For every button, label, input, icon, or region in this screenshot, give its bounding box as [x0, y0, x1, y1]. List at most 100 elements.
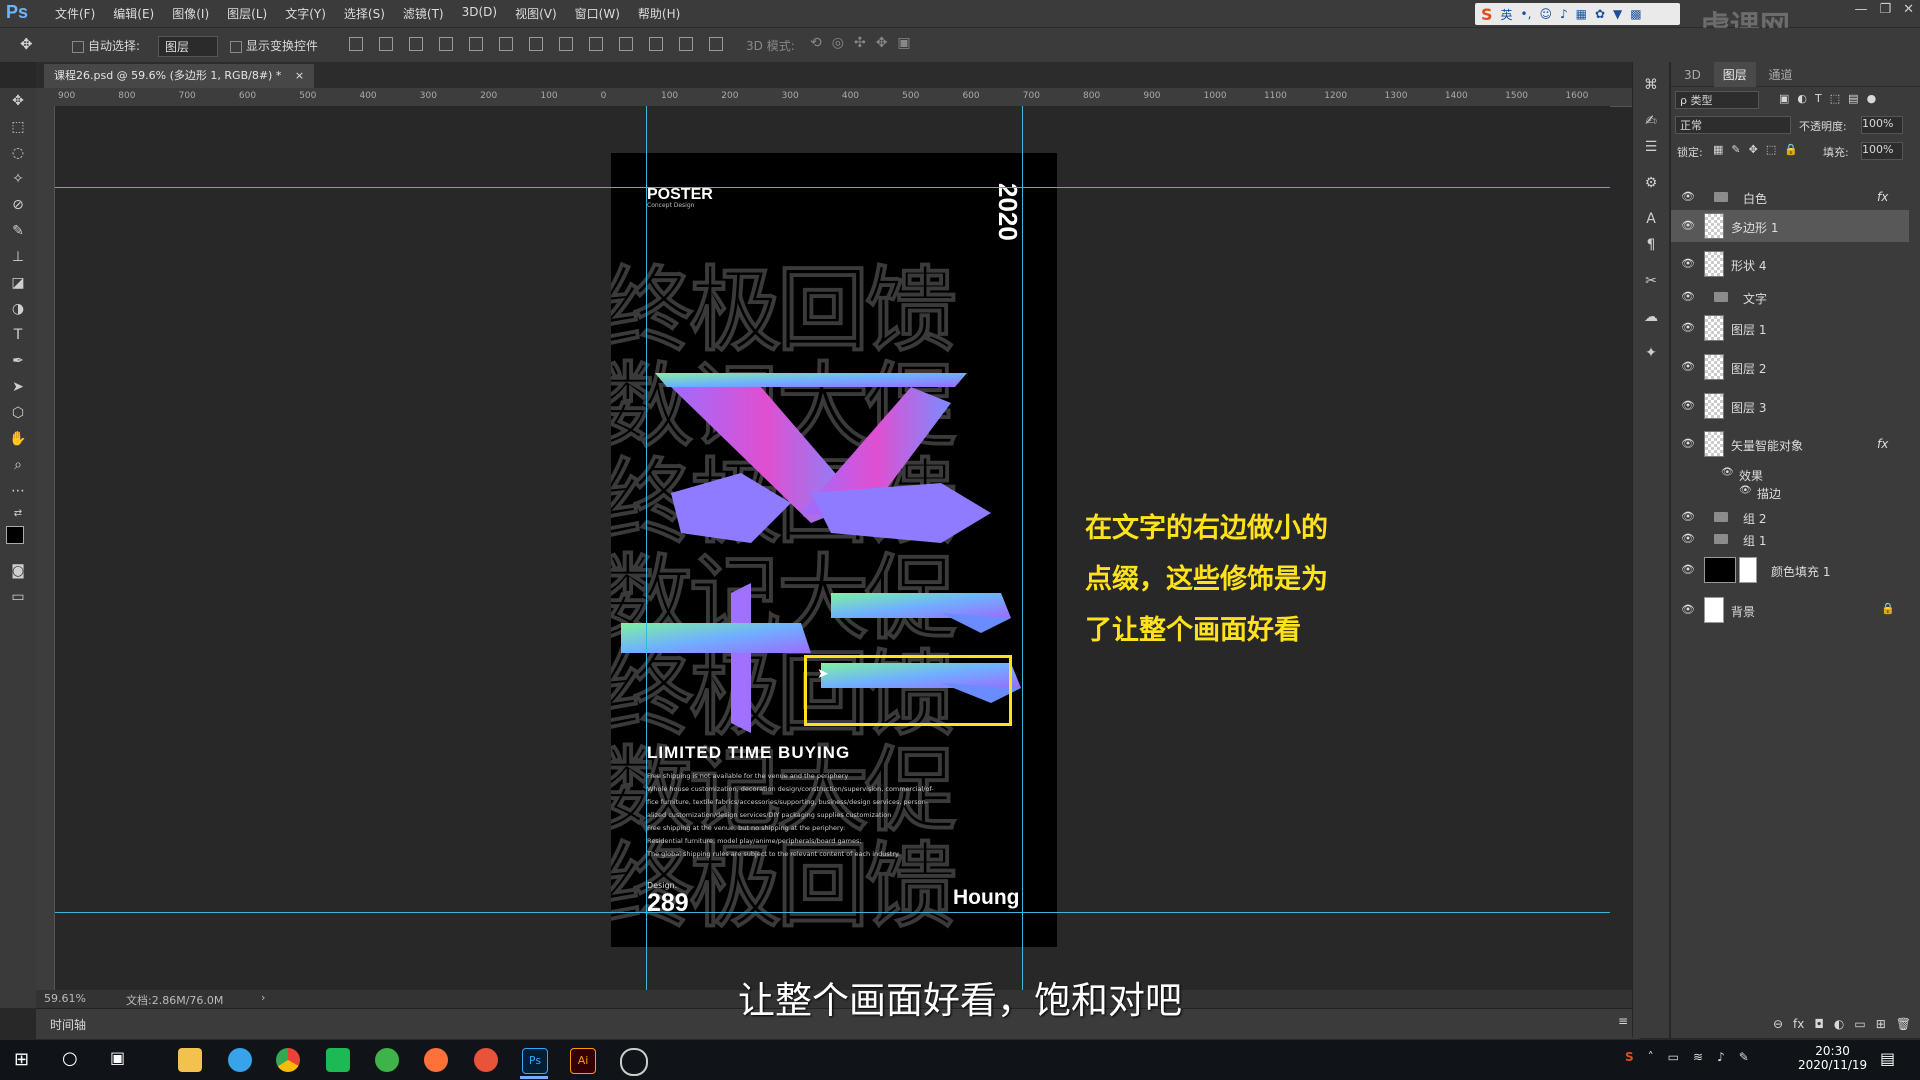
shape-tool-icon[interactable]: ⬡: [0, 400, 36, 426]
poster-artboard[interactable]: 终极回馈数记大促终极回馈数记大促终极回馈数记大促终极回馈 POSTER Conc…: [611, 153, 1057, 947]
character-icon[interactable]: A: [1633, 206, 1669, 232]
libraries-icon[interactable]: ☁: [1633, 304, 1669, 330]
search-icon[interactable]: ○: [62, 1048, 78, 1069]
new-adjustment-icon[interactable]: ◐: [1834, 1017, 1844, 1031]
show-transform-checkbox[interactable]: 显示变换控件: [230, 37, 318, 54]
menu-window[interactable]: 窗口(W): [566, 5, 629, 22]
filter-pixel-icon[interactable]: ▣: [1779, 92, 1789, 105]
brush-settings-icon[interactable]: ✍: [1633, 108, 1669, 134]
fill-input[interactable]: 100%: [1861, 142, 1903, 160]
layer-row[interactable]: 👁 颜色填充 1: [1671, 554, 1909, 586]
visibility-eye-icon[interactable]: 👁: [1681, 190, 1695, 203]
visibility-eye-icon[interactable]: 👁: [1721, 467, 1734, 478]
filter-toggle-icon[interactable]: ●: [1867, 92, 1877, 105]
layer-row[interactable]: 👁 背景 🔒: [1671, 594, 1909, 626]
add-style-icon[interactable]: fx: [1793, 1017, 1804, 1031]
visibility-eye-icon[interactable]: 👁: [1681, 360, 1695, 373]
ime-toolbar[interactable]: S 英 •, ☺ ♪ ▦ ✿ ▼ ▩: [1475, 3, 1680, 25]
filter-shape-icon[interactable]: ⬚: [1830, 92, 1840, 105]
restore-button[interactable]: ❐: [1879, 2, 1891, 17]
layer-row[interactable]: 👁 组 1: [1671, 528, 1909, 550]
visibility-eye-icon[interactable]: 👁: [1681, 219, 1695, 232]
add-mask-icon[interactable]: ◘: [1814, 1017, 1824, 1031]
visibility-eye-icon[interactable]: 👁: [1681, 563, 1695, 576]
align-left-icon[interactable]: [439, 37, 453, 51]
auto-select-dropdown[interactable]: 图层: [158, 36, 218, 57]
close-tab-icon[interactable]: ×: [295, 69, 304, 82]
effects-row[interactable]: 👁 效果: [1671, 466, 1909, 484]
lock-artboard-icon[interactable]: ⬚: [1766, 143, 1776, 156]
visibility-eye-icon[interactable]: 👁: [1739, 485, 1752, 496]
layer-row[interactable]: 👁 矢量智能对象 fx: [1671, 428, 1909, 460]
align-right-icon[interactable]: [499, 37, 513, 51]
chrome-icon[interactable]: [276, 1048, 300, 1072]
menu-filter[interactable]: 滤镜(T): [394, 5, 453, 22]
wifi-icon[interactable]: ≋: [1693, 1050, 1703, 1064]
illustrator-icon[interactable]: Ai: [570, 1048, 596, 1074]
opacity-input[interactable]: 100%: [1861, 116, 1903, 134]
swap-colors-icon[interactable]: ⇄: [0, 504, 36, 524]
screen-mode-icon[interactable]: ▭: [0, 584, 36, 610]
guide-line-top[interactable]: [55, 187, 1610, 188]
minimize-button[interactable]: —: [1854, 2, 1867, 17]
layer-row-selected[interactable]: 👁 多边形 1: [1671, 210, 1909, 242]
layer-row[interactable]: 👁 图层 1: [1671, 312, 1909, 344]
g-app-icon[interactable]: [474, 1048, 498, 1072]
menu-view[interactable]: 视图(V): [506, 5, 566, 22]
tray-up-arrow-icon[interactable]: ˄: [1648, 1050, 1654, 1064]
windows-start-icon[interactable]: ⊞: [14, 1049, 29, 1070]
blend-mode-dropdown[interactable]: 正常: [1675, 116, 1791, 134]
lock-image-icon[interactable]: ✎: [1731, 143, 1740, 156]
lasso-tool-icon[interactable]: ◌: [0, 140, 36, 166]
visibility-eye-icon[interactable]: 👁: [1681, 290, 1695, 303]
properties-icon[interactable]: ⚙: [1633, 170, 1669, 196]
paragraph-icon[interactable]: ¶: [1633, 232, 1669, 258]
task-view-icon[interactable]: ▣: [110, 1048, 125, 1067]
fx-badge[interactable]: fx: [1877, 437, 1888, 451]
delete-layer-icon[interactable]: 🗑: [1896, 1017, 1911, 1031]
layer-row[interactable]: 👁 组 2: [1671, 506, 1909, 528]
menu-file[interactable]: 文件(F): [46, 5, 104, 22]
foreground-color[interactable]: [6, 526, 24, 544]
visibility-eye-icon[interactable]: 👁: [1681, 532, 1695, 545]
menu-help[interactable]: 帮助(H): [629, 5, 689, 22]
align-bottom-icon[interactable]: [409, 37, 423, 51]
scale-3d-icon[interactable]: ▣: [897, 35, 910, 51]
360-browser-icon[interactable]: [375, 1048, 399, 1072]
visibility-eye-icon[interactable]: 👁: [1681, 321, 1695, 334]
new-layer-icon[interactable]: ⊞: [1876, 1017, 1886, 1031]
link-layers-icon[interactable]: ⊖: [1773, 1017, 1783, 1031]
guide-line-right[interactable]: [1022, 106, 1023, 990]
tools-icon[interactable]: ✂: [1633, 268, 1669, 294]
effect-item-row[interactable]: 👁 描边: [1671, 484, 1909, 502]
align-hcenter-icon[interactable]: [469, 37, 483, 51]
pen-tray-icon[interactable]: ✎: [1739, 1050, 1749, 1064]
lock-transparent-icon[interactable]: ▦: [1713, 143, 1723, 156]
auto-align-icon[interactable]: [709, 37, 723, 51]
notification-icon[interactable]: ▤: [1880, 1049, 1895, 1068]
menu-type[interactable]: 文字(Y): [276, 5, 335, 22]
distribute-left-icon[interactable]: [619, 37, 633, 51]
eyedropper-tool-icon[interactable]: ⊘: [0, 192, 36, 218]
visibility-eye-icon[interactable]: 👁: [1681, 437, 1695, 450]
browser-q-icon[interactable]: [228, 1048, 252, 1072]
firefox-icon[interactable]: [424, 1048, 448, 1072]
network-icon[interactable]: ▭: [1668, 1050, 1679, 1064]
filter-type-icon[interactable]: T: [1815, 92, 1822, 105]
visibility-eye-icon[interactable]: 👁: [1681, 510, 1695, 523]
close-button[interactable]: ✕: [1903, 2, 1914, 17]
menu-image[interactable]: 图像(I): [163, 5, 218, 22]
tab-3d[interactable]: 3D: [1675, 64, 1710, 86]
lock-all-icon[interactable]: 🔒: [1784, 143, 1798, 156]
zoom-tool-icon[interactable]: ⌕: [0, 452, 36, 478]
document-tab[interactable]: 课程26.psd @ 59.6% (多边形 1, RGB/8#) * ×: [44, 64, 315, 88]
iqiyi-icon[interactable]: [326, 1048, 350, 1072]
auto-select-checkbox[interactable]: 自动选择:: [72, 37, 140, 54]
lock-position-icon[interactable]: ✥: [1749, 143, 1758, 156]
eraser-tool-icon[interactable]: ◪: [0, 270, 36, 296]
clock-app-icon[interactable]: [620, 1048, 648, 1076]
orbit-3d-icon[interactable]: ⟲: [810, 35, 822, 51]
tab-layers[interactable]: 图层: [1713, 62, 1756, 87]
more-tools-icon[interactable]: ⋯: [0, 478, 36, 504]
distribute-hcenter-icon[interactable]: [649, 37, 663, 51]
